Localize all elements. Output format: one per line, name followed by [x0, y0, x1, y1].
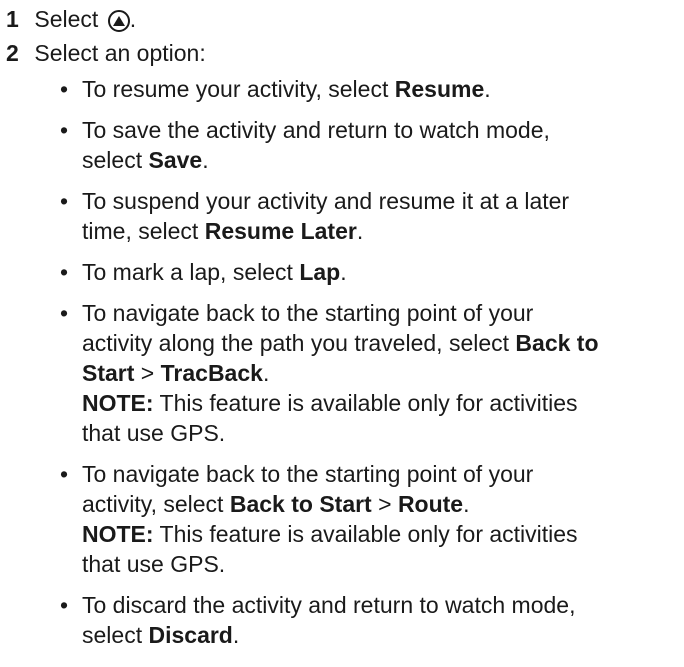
ui-term: Resume Later: [204, 218, 357, 244]
note-text: This feature is available only for activ…: [153, 390, 578, 416]
step-1: 1 Select .: [6, 4, 136, 34]
step-text: Select an option:: [34, 40, 206, 66]
ui-term: Back to Start: [229, 491, 372, 517]
option-lap: • To mark a lap, select Lap.: [60, 259, 347, 285]
ui-term: Lap: [299, 259, 341, 285]
ui-term: Save: [148, 147, 203, 173]
note-text: that use GPS.: [82, 420, 226, 446]
note-text: that use GPS.: [82, 551, 226, 577]
bullet-dot: •: [60, 592, 69, 618]
ui-term: Back to: [515, 330, 599, 356]
step-number: 1: [6, 6, 19, 32]
triangle-up-in-circle-icon: [107, 10, 130, 32]
ui-term: Start: [82, 360, 135, 386]
step-punct: .: [129, 6, 137, 32]
bullet-dot: •: [60, 259, 69, 285]
option-resume-later: • To suspend your activity and resume it…: [60, 188, 570, 244]
option-list: • To resume your activity, select Resume…: [58, 74, 680, 661]
bullet-dot: •: [60, 76, 69, 102]
option-save: • To save the activity and return to wat…: [60, 117, 550, 173]
step-text: Select: [34, 6, 99, 32]
note-text: This feature is available only for activ…: [153, 521, 578, 547]
option-tracback: • To navigate back to the starting point…: [60, 300, 599, 446]
option-route: • To navigate back to the starting point…: [60, 461, 578, 577]
note-label: NOTE:: [82, 390, 154, 416]
option-discard: • To discard the activity and return to …: [60, 592, 576, 648]
option-resume: • To resume your activity, select Resume…: [60, 76, 491, 102]
bullet-dot: •: [60, 300, 69, 326]
note-label: NOTE:: [82, 521, 154, 547]
ui-term: TracBack: [160, 360, 263, 386]
ui-term: Route: [397, 491, 464, 517]
bullet-dot: •: [60, 461, 69, 487]
ui-term: Discard: [148, 622, 233, 648]
step-2: 2 Select an option:: [6, 38, 206, 68]
bullet-dot: •: [60, 117, 69, 143]
manual-page: 1 Select . 2 Select an option: • To resu…: [0, 0, 684, 667]
step-number: 2: [6, 40, 19, 66]
ui-term: Resume: [394, 76, 485, 102]
bullet-dot: •: [60, 188, 69, 214]
